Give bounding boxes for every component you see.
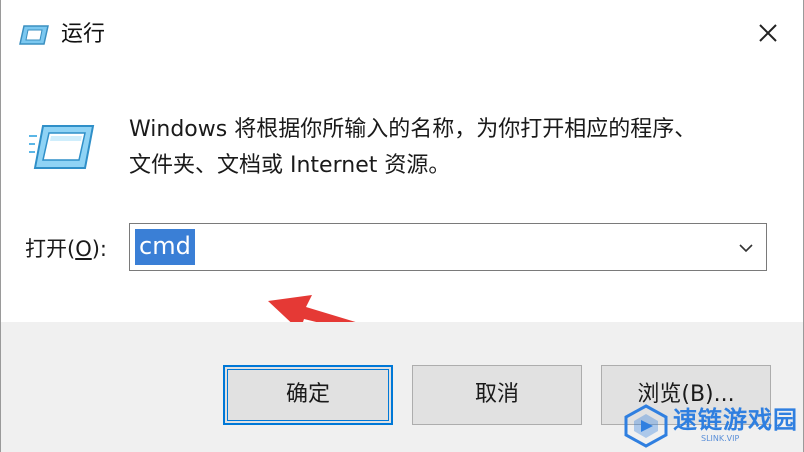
title-bar: 运行 [1,0,803,66]
description-line-1: Windows 将根据你所输入的名称，为你打开相应的程序、 [129,117,697,142]
open-label-accelerator: O [75,237,92,261]
window-title: 运行 [61,22,106,47]
run-icon [19,25,49,45]
chevron-down-icon[interactable] [736,238,756,258]
open-label-suffix: ): [91,237,108,261]
watermark-subtext: SLINK.VIP [701,434,740,443]
open-label-prefix: 打开( [25,237,76,261]
ok-button[interactable]: 确定 [223,365,393,425]
open-label: 打开(O): [25,234,107,264]
watermark-text: 速链游戏园 [673,406,798,434]
watermark-logo [624,404,668,448]
description-line-2: 文件夹、文档或 Internet 资源。 [129,153,451,178]
run-icon [29,125,95,169]
dialog-content: Windows 将根据你所输入的名称，为你打开相应的程序、 文件夹、文档或 In… [1,66,803,371]
open-input-value[interactable]: cmd [135,229,195,265]
open-combobox[interactable]: cmd [129,223,767,271]
cancel-button[interactable]: 取消 [412,365,582,425]
description: Windows 将根据你所输入的名称，为你打开相应的程序、 文件夹、文档或 In… [129,112,769,184]
close-icon[interactable] [751,16,785,50]
run-dialog: 运行 Windows 将根据你所输入的名称，为你打开相应的程序、 文件夹、文档或… [0,0,804,452]
